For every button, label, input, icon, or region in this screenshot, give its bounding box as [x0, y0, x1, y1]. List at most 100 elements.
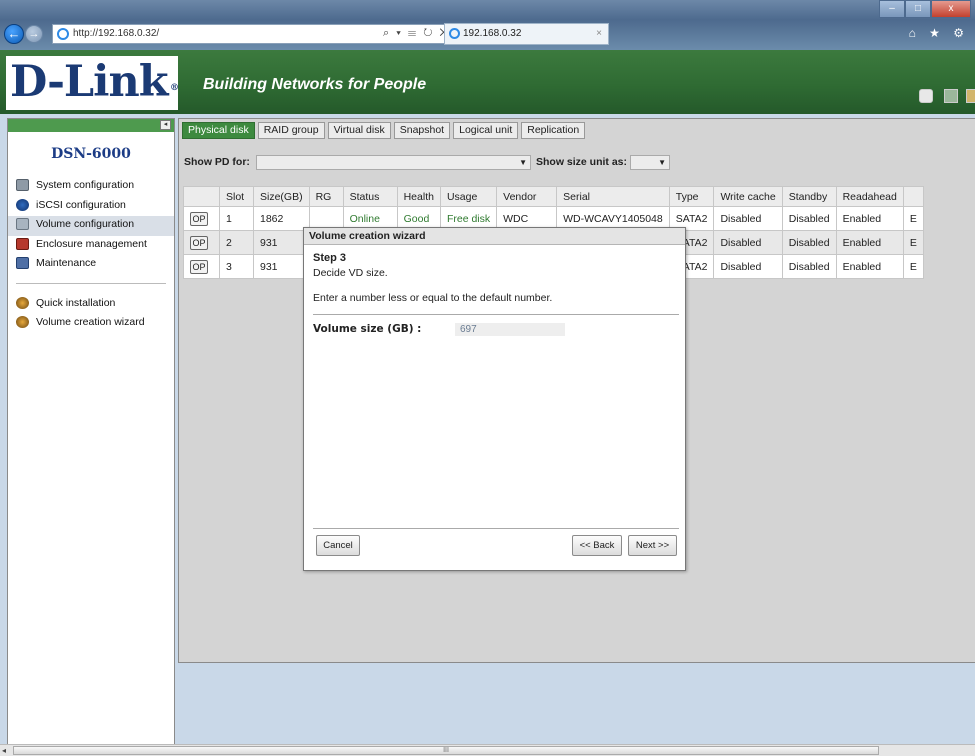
image-icon[interactable]: [944, 89, 958, 103]
iscsi-icon: [16, 198, 29, 211]
back-button[interactable]: ←: [4, 24, 24, 44]
sidebar-item-quick-installation[interactable]: Quick installation: [8, 295, 174, 315]
cancel-button[interactable]: Cancel: [316, 535, 360, 556]
address-url: http://192.168.0.32/: [73, 28, 160, 39]
divider: [313, 528, 679, 529]
op-cell: OP: [183, 206, 220, 231]
sidebar-top-bar: ◂: [8, 119, 174, 132]
op-cell: OP: [183, 254, 220, 279]
sidebar-item-maintenance[interactable]: Maintenance: [8, 255, 174, 275]
extra-cell: E: [902, 230, 924, 255]
minimize-button[interactable]: –: [879, 0, 905, 18]
sidebar: ◂ DSN-6000 System configuration iSCSI co…: [7, 118, 175, 746]
next-button[interactable]: Next >>: [628, 535, 677, 556]
dialog-title: Volume creation wizard: [304, 228, 685, 245]
scroll-thumb[interactable]: III: [13, 746, 879, 755]
chevron-down-icon: ▼: [658, 158, 666, 167]
tab-raid-group[interactable]: RAID group: [257, 122, 325, 139]
op-button[interactable]: OP: [190, 235, 208, 250]
app-header: D-Link ® Building Networks for People: [0, 50, 975, 114]
col-header-op: [183, 186, 220, 207]
volume-size-input[interactable]: [455, 323, 565, 336]
col-header-status: Status: [342, 186, 398, 207]
enclosure-icon: [16, 237, 29, 250]
forward-arrow-icon: →: [28, 28, 40, 40]
show-pd-select[interactable]: ▼: [256, 155, 531, 170]
col-header-health: Health: [396, 186, 441, 207]
scroll-left-icon[interactable]: ◂: [2, 746, 6, 755]
readahead-cell: Enabled: [835, 230, 904, 255]
close-window-button[interactable]: x: [931, 0, 971, 18]
volume-size-label: Volume size (GB) :: [313, 323, 422, 335]
tab-logical-unit[interactable]: Logical unit: [453, 122, 519, 139]
volume-creation-wizard-dialog: Volume creation wizard Step 3 Decide VD …: [303, 227, 686, 571]
maximize-button[interactable]: □: [905, 0, 931, 18]
tab-close-icon[interactable]: ×: [596, 24, 602, 44]
user-icon[interactable]: [966, 89, 975, 103]
sidebar-item-volume-configuration[interactable]: Volume configuration: [8, 216, 174, 236]
tab-replication[interactable]: Replication: [521, 122, 586, 139]
size-cell: 1862: [253, 206, 310, 231]
sidebar-item-label: Volume configuration: [36, 218, 135, 230]
step-heading: Step 3: [313, 252, 347, 264]
size-unit-select[interactable]: ▼: [630, 155, 670, 170]
wizard-icon: [16, 296, 29, 309]
tab-snapshot[interactable]: Snapshot: [393, 122, 451, 139]
sidebar-item-label: Volume creation wizard: [36, 316, 145, 328]
readahead-cell: Enabled: [835, 206, 904, 231]
slogan: Building Networks for People: [203, 76, 427, 93]
horizontal-scrollbar[interactable]: ◂ III: [0, 744, 975, 756]
collapse-icon[interactable]: ◂: [160, 120, 171, 130]
col-header-serial: Serial: [556, 186, 670, 207]
col-header-size: Size(GB): [253, 186, 310, 207]
col-header-vendor: Vendor: [496, 186, 558, 207]
size-cell: 931: [253, 230, 310, 255]
extra-cell: E: [902, 206, 924, 231]
chevron-down-icon: ▼: [519, 158, 527, 167]
system-icon: [16, 179, 29, 191]
standby-cell: Disabled: [781, 206, 837, 231]
write-cache-cell: Disabled: [713, 230, 783, 255]
logo-text: D-Link: [10, 57, 169, 107]
standby-cell: Disabled: [781, 230, 837, 255]
col-header-rg: RG: [308, 186, 344, 207]
readahead-cell: Enabled: [835, 254, 904, 279]
sidebar-item-label: iSCSI configuration: [36, 198, 126, 211]
slot-cell: 3: [219, 254, 254, 279]
sidebar-divider: [16, 282, 166, 284]
col-header-usage: Usage: [439, 186, 498, 207]
forward-button[interactable]: →: [25, 25, 43, 43]
volume-icon: [16, 218, 29, 230]
sidebar-item-volume-creation-wizard[interactable]: Volume creation wizard: [8, 314, 174, 334]
address-tools[interactable]: ⌕ ▾ ☰ ↻ ✕: [383, 24, 450, 42]
tab-physical-disk[interactable]: Physical disk: [182, 122, 255, 139]
maintenance-icon: [16, 257, 29, 269]
sidebar-item-iscsi-configuration[interactable]: iSCSI configuration: [8, 197, 174, 217]
sidebar-item-label: Maintenance: [36, 257, 97, 269]
extra-cell: E: [902, 254, 924, 279]
col-header-slot: Slot: [219, 186, 254, 207]
sidebar-item-enclosure-management[interactable]: Enclosure management: [8, 236, 174, 256]
col-header-extra: [902, 186, 924, 207]
tab-ie-icon: [449, 28, 460, 39]
write-cache-cell: Disabled: [713, 206, 783, 231]
home-favorites-settings-icons[interactable]: ⌂ ★ ⚙: [909, 26, 969, 40]
size-cell: 931: [253, 254, 310, 279]
table-header-row: Slot Size(GB) RG Status Health Usage Ven…: [183, 186, 924, 207]
tab-virtual-disk[interactable]: Virtual disk: [327, 122, 391, 139]
tab-bar: Physical disk RAID group Virtual disk Sn…: [182, 122, 588, 139]
sidebar-item-system-configuration[interactable]: System configuration: [8, 177, 174, 197]
op-button[interactable]: OP: [190, 211, 208, 226]
slot-cell: 2: [219, 230, 254, 255]
database-icon[interactable]: [919, 89, 933, 103]
back-arrow-icon: ←: [7, 26, 21, 41]
browser-tab[interactable]: 192.168.0.32 ×: [444, 23, 609, 45]
device-title: DSN-6000: [51, 146, 131, 162]
slot-cell: 1: [219, 206, 254, 231]
back-button[interactable]: << Back: [572, 535, 622, 556]
op-button[interactable]: OP: [190, 259, 208, 274]
sidebar-item-label: Enclosure management: [36, 237, 147, 250]
browser-chrome: – □ x ← → http://192.168.0.32/ ⌕ ▾ ☰ ↻ ✕…: [0, 0, 975, 50]
write-cache-cell: Disabled: [713, 254, 783, 279]
col-header-type: Type: [668, 186, 715, 207]
